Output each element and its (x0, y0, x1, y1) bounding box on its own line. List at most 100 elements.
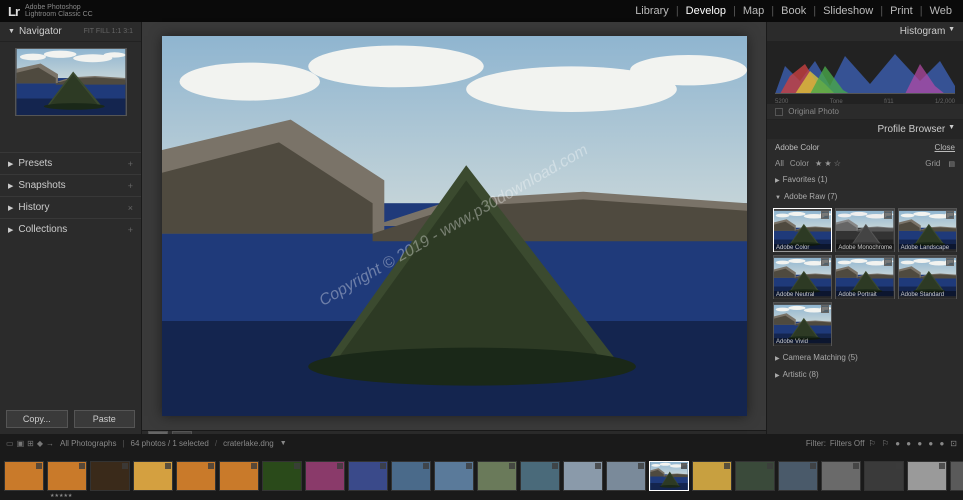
copy-button[interactable]: Copy... (6, 410, 68, 428)
profile-browser-header[interactable]: Profile Browser ▼ (767, 120, 963, 139)
filmstrip-thumb[interactable] (821, 461, 861, 491)
module-web[interactable]: Web (927, 5, 955, 17)
filter-flags[interactable]: ⚐ ⚐ ● ● ● ● ● (868, 439, 946, 448)
artistic-section[interactable]: ▶Artistic (8) (767, 366, 963, 383)
filmstrip[interactable]: ★★★★★ (0, 452, 963, 500)
filter-lock-icon[interactable]: ⊡ (950, 439, 957, 448)
profile-thumb-adobe-landscape[interactable]: Adobe Landscape (898, 208, 957, 252)
right-panel: Histogram ▼ 5200Tonef/111/2,000 Original… (766, 22, 963, 434)
profile-thumb-adobe-vivid[interactable]: Adobe Vivid (773, 302, 832, 346)
filmstrip-thumb[interactable] (434, 461, 474, 491)
original-photo-toggle[interactable]: Original Photo (767, 104, 963, 120)
badge-icon (767, 463, 773, 469)
close-browser-link[interactable]: Close (935, 143, 955, 152)
profile-thumb-adobe-standard[interactable]: Adobe Standard (898, 255, 957, 299)
filmstrip-thumb[interactable] (907, 461, 947, 491)
chevron-right-icon: ▶ (8, 182, 13, 190)
camera-matching-section[interactable]: ▶Camera Matching (5) (767, 349, 963, 366)
star-badge-icon (946, 258, 954, 266)
filmstrip-thumb[interactable] (563, 461, 603, 491)
badge-icon (208, 463, 214, 469)
filter-color[interactable]: Color (790, 159, 809, 168)
filmstrip-thumb[interactable] (778, 461, 818, 491)
filmstrip-thumb[interactable] (391, 461, 431, 491)
badge-icon (380, 463, 386, 469)
filmstrip-thumb[interactable] (520, 461, 560, 491)
module-develop[interactable]: Develop (683, 5, 729, 17)
histogram-header[interactable]: Histogram ▼ (767, 22, 963, 42)
forward-icon[interactable]: → (46, 439, 54, 448)
filmstrip-thumb[interactable] (219, 461, 259, 491)
profile-filter-row: All Color ★ ★ ☆ Grid ▤ (767, 156, 963, 171)
filmstrip-thumb[interactable]: ★★★★★ (47, 461, 87, 491)
photo-count: 64 photos / 1 selected (131, 439, 209, 448)
navigator-header[interactable]: ▼ Navigator FIT FILL 1:1 3:1 (0, 22, 141, 42)
filter-rating[interactable]: ★ ★ ☆ (815, 159, 841, 168)
badge-icon (939, 463, 945, 469)
badge-icon (595, 463, 601, 469)
filter-all[interactable]: All (775, 159, 784, 168)
module-library[interactable]: Library (632, 5, 672, 17)
badge-icon (552, 463, 558, 469)
grid-icon[interactable]: ⊞ (27, 439, 34, 448)
star-badge-icon (821, 258, 829, 266)
profile-thumb-adobe-monochrome[interactable]: Adobe Monochrome (835, 208, 894, 252)
filmstrip-thumb[interactable] (305, 461, 345, 491)
filmstrip-thumb[interactable] (348, 461, 388, 491)
filmstrip-thumb[interactable] (864, 461, 904, 491)
app-logo: Lr (8, 4, 19, 19)
main-window-icon[interactable]: ▭ (6, 439, 14, 448)
filmstrip-header: ▭ ▣ ⊞ ◆ → All Photographs | 64 photos / … (0, 434, 963, 452)
histogram[interactable]: 5200Tonef/111/2,000 (767, 42, 963, 104)
add-icon[interactable]: + (128, 181, 133, 191)
filmstrip-thumb[interactable] (477, 461, 517, 491)
current-profile: Adobe Color (775, 143, 819, 152)
left-panel: ▼ Navigator FIT FILL 1:1 3:1 ▶Presets+▶S… (0, 22, 142, 434)
add-icon[interactable]: + (128, 159, 133, 169)
filmstrip-thumb[interactable] (950, 461, 963, 491)
filmstrip-thumb[interactable] (176, 461, 216, 491)
filmstrip-thumb[interactable] (4, 461, 44, 491)
second-window-icon[interactable]: ▣ (17, 439, 25, 448)
paste-button[interactable]: Paste (74, 410, 136, 428)
badge-icon (724, 463, 730, 469)
module-picker: Library|Develop|Map|Book|Slideshow|Print… (632, 5, 955, 17)
filmstrip-thumb[interactable] (649, 461, 689, 491)
checkbox-icon (775, 108, 783, 116)
module-book[interactable]: Book (778, 5, 809, 17)
badge-icon (810, 463, 816, 469)
add-icon[interactable]: + (128, 225, 133, 235)
filters-off[interactable]: Filters Off (830, 439, 865, 448)
module-slideshow[interactable]: Slideshow (820, 5, 876, 17)
profile-thumb-adobe-portrait[interactable]: Adobe Portrait (835, 255, 894, 299)
adobe-raw-section[interactable]: ▼Adobe Raw (7) (767, 188, 963, 205)
filmstrip-thumb[interactable] (692, 461, 732, 491)
navigator-zoom-options[interactable]: FIT FILL 1:1 3:1 (84, 28, 133, 35)
filmstrip-thumb[interactable] (735, 461, 775, 491)
panel-collections[interactable]: ▶Collections+ (0, 218, 141, 240)
app-brand: Adobe PhotoshopLightroom Classic CC (25, 4, 93, 18)
star-badge-icon (884, 258, 892, 266)
badge-icon (165, 463, 171, 469)
filmstrip-thumb[interactable] (90, 461, 130, 491)
module-map[interactable]: Map (740, 5, 767, 17)
panel-history[interactable]: ▶History× (0, 196, 141, 218)
back-icon[interactable]: ◆ (37, 439, 43, 448)
filmstrip-thumb[interactable] (262, 461, 302, 491)
filmstrip-thumb[interactable] (606, 461, 646, 491)
profile-thumb-adobe-color[interactable]: Adobe Color (773, 208, 832, 252)
profile-thumb-adobe-neutral[interactable]: Adobe Neutral (773, 255, 832, 299)
photo-canvas[interactable]: Copyright © 2019 - www.p30download.com (142, 22, 766, 430)
navigator-preview[interactable] (15, 48, 127, 116)
grid-view-button[interactable]: Grid (925, 159, 940, 168)
source-label[interactable]: All Photographs (60, 439, 116, 448)
filmstrip-thumb[interactable] (133, 461, 173, 491)
panel-presets[interactable]: ▶Presets+ (0, 152, 141, 174)
add-icon[interactable]: × (128, 203, 133, 213)
module-print[interactable]: Print (887, 5, 916, 17)
favorites-section[interactable]: ▶Favorites (1) (767, 171, 963, 188)
badge-icon (423, 463, 429, 469)
star-badge-icon (884, 211, 892, 219)
panel-snapshots[interactable]: ▶Snapshots+ (0, 174, 141, 196)
navigator-title: Navigator (19, 26, 62, 37)
